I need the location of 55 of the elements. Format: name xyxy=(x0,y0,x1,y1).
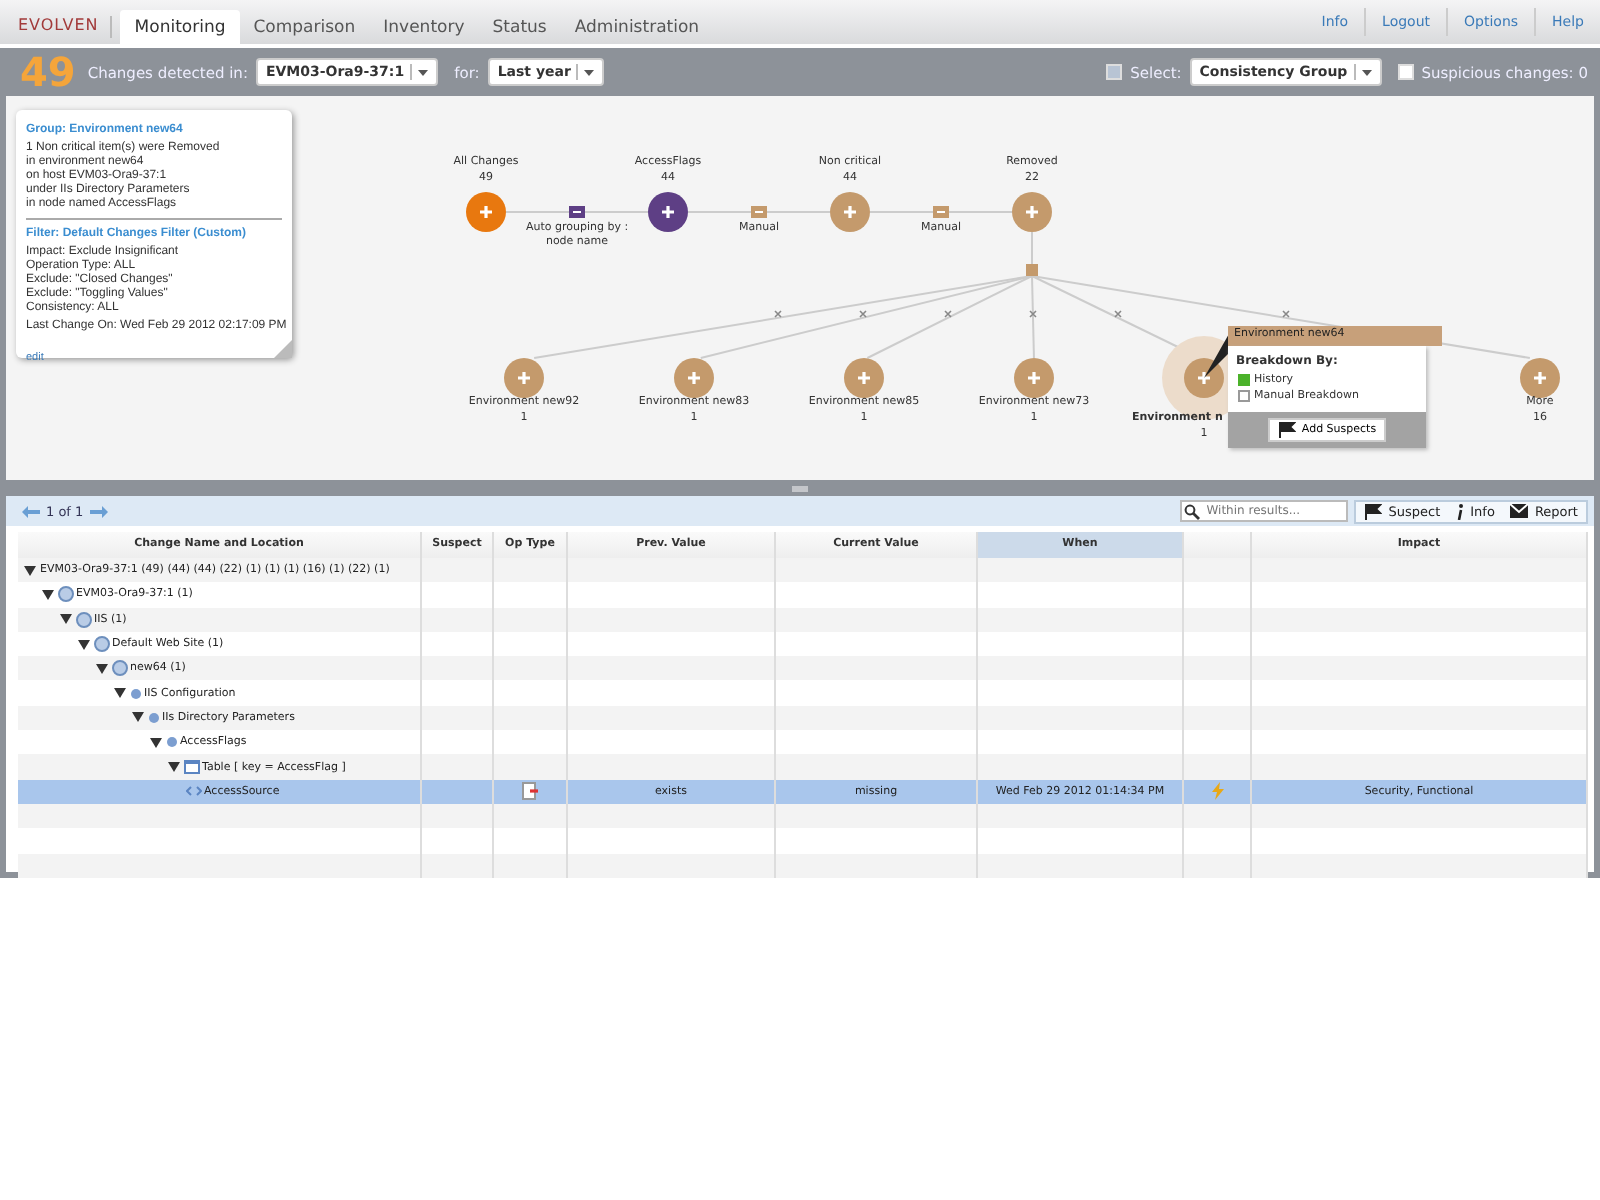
nav-tab[interactable]: Status xyxy=(478,10,561,44)
nav-tab[interactable]: Monitoring xyxy=(120,10,240,44)
caret-icon xyxy=(584,69,595,75)
logo: EVOLVEN xyxy=(0,16,113,38)
cross-icon[interactable] xyxy=(774,310,782,318)
previous-page-icon[interactable] xyxy=(22,505,40,517)
option-checkbox[interactable] xyxy=(1238,374,1250,386)
expander-icon[interactable] xyxy=(114,688,126,699)
table-icon xyxy=(184,760,200,775)
dot-icon xyxy=(166,736,178,749)
node-button[interactable] xyxy=(1014,358,1054,398)
node-button[interactable] xyxy=(1012,192,1052,232)
option-checkbox[interactable] xyxy=(1238,390,1250,402)
node-button[interactable] xyxy=(1520,358,1560,398)
dot-icon xyxy=(148,711,160,724)
suspicious-checkbox[interactable] xyxy=(1397,64,1414,80)
grouping-icon[interactable] xyxy=(569,206,585,218)
select-checkbox[interactable] xyxy=(1106,64,1123,80)
splitter-handle[interactable] xyxy=(792,485,808,491)
search-icon xyxy=(1184,503,1201,519)
expander-icon[interactable] xyxy=(42,589,54,600)
expander-icon[interactable] xyxy=(78,639,90,650)
node-button[interactable] xyxy=(504,358,544,398)
info-icon xyxy=(1456,503,1465,519)
dot-icon xyxy=(130,687,142,700)
junction-icon xyxy=(1026,264,1038,276)
change-count: 49 xyxy=(20,48,76,96)
flag-icon xyxy=(1364,503,1383,519)
expander-icon[interactable] xyxy=(60,614,72,625)
expander-icon[interactable] xyxy=(150,737,162,748)
nav-tab[interactable]: Comparison xyxy=(239,10,370,44)
expander-icon[interactable] xyxy=(24,565,36,576)
expander-icon[interactable] xyxy=(132,712,144,723)
envelope-icon xyxy=(1510,504,1529,518)
caret-icon xyxy=(418,69,429,75)
flag-icon xyxy=(1277,422,1296,438)
page-fold-icon xyxy=(274,340,292,358)
cross-icon[interactable] xyxy=(1114,310,1122,318)
node-button[interactable] xyxy=(830,192,870,232)
cross-icon[interactable] xyxy=(944,310,952,318)
node-button[interactable] xyxy=(648,192,688,232)
nav-tab[interactable]: Administration xyxy=(560,10,714,44)
expander-icon[interactable] xyxy=(96,663,108,674)
code-icon xyxy=(186,786,202,797)
cross-icon[interactable] xyxy=(1282,310,1290,318)
cross-icon[interactable] xyxy=(859,310,867,318)
node-button[interactable] xyxy=(1184,358,1224,398)
cross-icon[interactable] xyxy=(1029,310,1037,318)
expander-icon[interactable] xyxy=(168,762,180,773)
next-page-icon[interactable] xyxy=(89,505,108,517)
node-button[interactable] xyxy=(466,192,506,232)
nav-tab[interactable]: Inventory xyxy=(369,10,479,44)
node-button[interactable] xyxy=(844,358,884,398)
node-button[interactable] xyxy=(674,358,714,398)
caret-icon xyxy=(1361,69,1372,75)
